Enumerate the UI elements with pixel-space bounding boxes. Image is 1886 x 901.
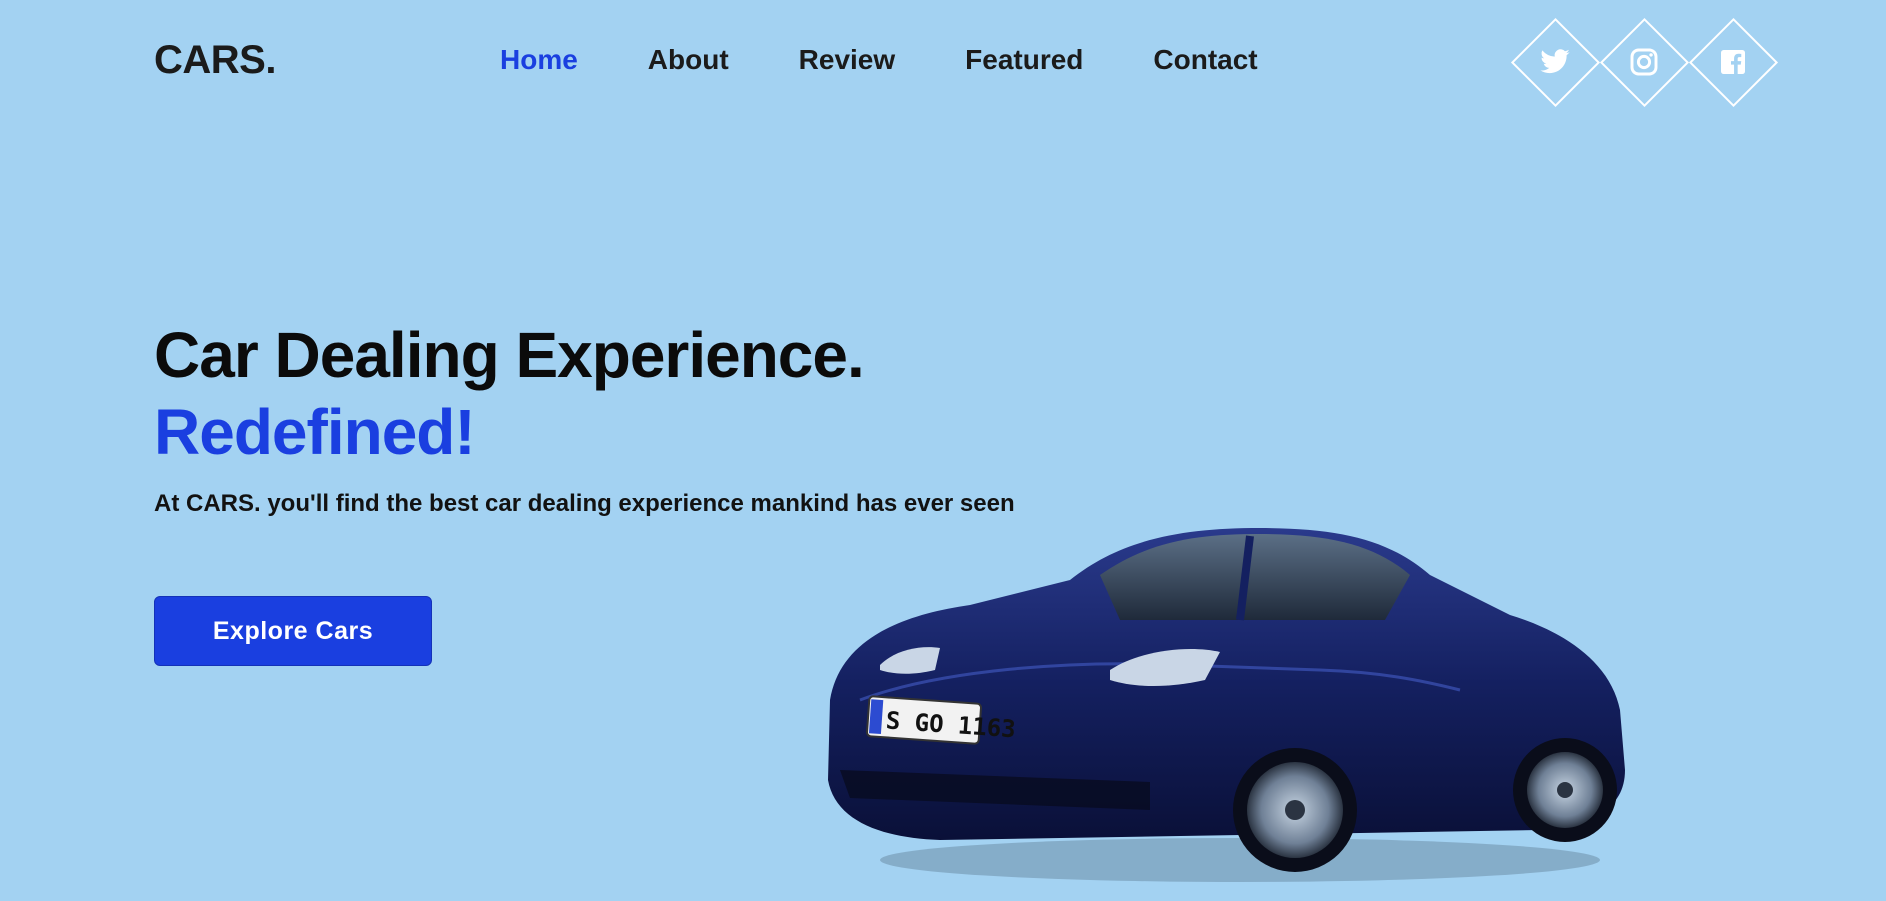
site-logo[interactable]: CARS.: [154, 38, 276, 83]
nav-home[interactable]: Home: [500, 44, 578, 76]
explore-cars-button[interactable]: Explore Cars: [154, 596, 432, 666]
nav-contact[interactable]: Contact: [1153, 44, 1257, 76]
twitter-icon: [1540, 49, 1570, 74]
main-nav: Home About Review Featured Contact: [500, 44, 1328, 76]
hero-accent: Redefined!: [154, 396, 476, 468]
car-image: S GO 1163: [828, 528, 1625, 882]
nav-about[interactable]: About: [648, 44, 729, 76]
hero-subtitle: At CARS. you'll find the best car dealin…: [154, 490, 1015, 517]
facebook-icon: [1721, 50, 1745, 74]
nav-review[interactable]: Review: [799, 44, 896, 76]
nav-featured[interactable]: Featured: [965, 44, 1083, 76]
social-links: [1510, 17, 1780, 107]
instagram-link[interactable]: [1599, 17, 1689, 107]
hero-title: Car Dealing Experience.: [154, 319, 865, 391]
twitter-link[interactable]: [1510, 17, 1600, 107]
instagram-icon: [1630, 48, 1658, 76]
landing-page: CARS. Home About Review Featured Contact: [0, 0, 1886, 901]
facebook-link[interactable]: [1688, 17, 1778, 107]
